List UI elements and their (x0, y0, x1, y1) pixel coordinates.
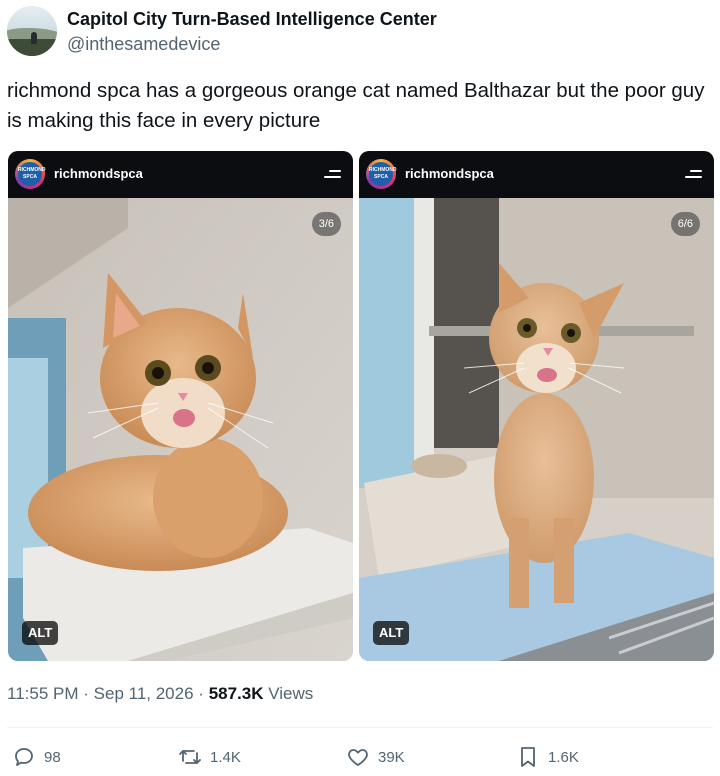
menu-icon (685, 169, 702, 181)
repost-icon (179, 750, 201, 764)
instagram-account-name: richmondspca (405, 166, 494, 181)
tweet-date[interactable]: Sep 11, 2026 (94, 684, 194, 703)
avatar[interactable] (7, 6, 57, 56)
reply-icon (15, 748, 33, 766)
bookmark-count: 1.6K (548, 748, 579, 766)
tweet-time[interactable]: 11:55 PM (7, 684, 79, 703)
bookmark-icon (521, 747, 535, 767)
action-bar: 98 1.4K 39K 1.6K (0, 742, 720, 776)
tweet-text: richmond spca has a gorgeous orange cat … (7, 79, 705, 132)
media-image-2[interactable]: RICHMOND SPCA richmondspca 6/6 ALT (359, 151, 714, 661)
repost-count: 1.4K (210, 748, 241, 766)
like-icon (348, 749, 368, 766)
reply-count: 98 (44, 748, 61, 766)
image-counter: 6/6 (670, 212, 700, 236)
tweet-header: Capitol City Turn-Based Intelligence Cen… (7, 6, 707, 58)
instagram-header-bar: RICHMOND SPCA richmondspca (359, 151, 714, 198)
like-button[interactable]: 39K (346, 742, 405, 772)
spca-logo: RICHMOND SPCA (15, 159, 46, 189)
media-image-1[interactable]: RICHMOND SPCA richmondspca 3/6 ALT (8, 151, 353, 661)
views-label: Views (268, 684, 314, 703)
reply-button[interactable]: 98 (12, 742, 61, 772)
bookmark-button[interactable]: 1.6K (516, 742, 579, 772)
menu-icon (324, 169, 341, 181)
repost-button[interactable]: 1.4K (178, 742, 241, 772)
instagram-header-bar: RICHMOND SPCA richmondspca (8, 151, 353, 198)
cat-photo-1 (8, 198, 353, 661)
divider (7, 727, 713, 728)
author-handle[interactable]: @inthesamedevice (67, 34, 220, 55)
alt-text-button[interactable]: ALT (22, 621, 59, 645)
meta-separator: · (83, 684, 89, 703)
instagram-account-name: richmondspca (54, 166, 143, 181)
meta-separator: · (198, 684, 204, 703)
like-count: 39K (378, 748, 405, 766)
author-display-name[interactable]: Capitol City Turn-Based Intelligence Cen… (67, 9, 437, 30)
image-counter: 3/6 (311, 212, 341, 236)
spca-logo: RICHMOND SPCA (366, 159, 397, 189)
tweet-meta: 11:55 PM · Sep 11, 2026 · 587.3K Views (7, 684, 313, 704)
alt-text-button[interactable]: ALT (373, 621, 410, 645)
cat-photo-2 (359, 198, 714, 661)
views-count: 587.3K (208, 684, 264, 703)
